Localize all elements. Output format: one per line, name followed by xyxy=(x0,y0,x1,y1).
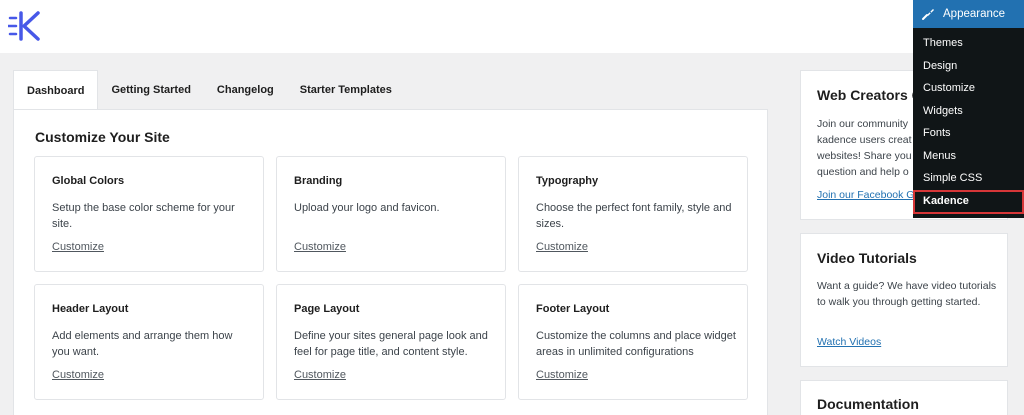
menu-item-simple-css[interactable]: Simple CSS xyxy=(923,172,982,184)
card-title: Branding xyxy=(294,175,343,187)
customize-link[interactable]: Customize xyxy=(52,241,104,253)
card-page-layout: Page Layout Define your sites general pa… xyxy=(276,284,506,400)
appearance-label: Appearance xyxy=(943,8,1006,20)
tab-bar: Dashboard Getting Started Changelog Star… xyxy=(13,70,405,110)
menu-item-design[interactable]: Design xyxy=(923,60,957,72)
card-title: Header Layout xyxy=(52,303,129,315)
kadence-highlight-box xyxy=(913,190,1024,214)
documentation-title: Documentation xyxy=(817,396,919,412)
menu-item-themes[interactable]: Themes xyxy=(923,37,963,49)
watch-videos-link[interactable]: Watch Videos xyxy=(817,336,881,348)
kadence-logo-icon[interactable] xyxy=(8,10,44,42)
customize-panel: Customize Your Site Global Colors Setup … xyxy=(13,109,768,415)
card-title: Global Colors xyxy=(52,175,125,187)
tab-starter-templates[interactable]: Starter Templates xyxy=(287,70,405,110)
customize-link[interactable]: Customize xyxy=(52,369,104,381)
customize-link[interactable]: Customize xyxy=(294,369,346,381)
card-typography: Typography Choose the perfect font famil… xyxy=(518,156,748,272)
card-description: Setup the base color scheme for your sit… xyxy=(52,202,235,230)
paintbrush-icon xyxy=(922,9,934,20)
panel-title: Customize Your Site xyxy=(35,129,170,145)
appearance-menu-header[interactable]: Appearance xyxy=(913,0,1024,28)
community-description: Join our community kadence users creat w… xyxy=(817,118,912,178)
card-description: Upload your logo and favicon. xyxy=(294,202,440,214)
menu-item-fonts[interactable]: Fonts xyxy=(923,127,951,139)
video-tutorials-description: Want a guide? We have video tutorials to… xyxy=(817,280,997,308)
customize-link[interactable]: Customize xyxy=(536,369,588,381)
card-title: Page Layout xyxy=(294,303,360,315)
top-bar xyxy=(0,0,1024,53)
community-title: Web Creators C xyxy=(817,87,922,103)
menu-item-widgets[interactable]: Widgets xyxy=(923,105,963,117)
card-title: Footer Layout xyxy=(536,303,610,315)
customize-link[interactable]: Customize xyxy=(294,241,346,253)
menu-item-customize[interactable]: Customize xyxy=(923,82,975,94)
card-title: Typography xyxy=(536,175,599,187)
card-description: Define your sites general page look and … xyxy=(294,330,488,358)
card-description: Customize the columns and place widget a… xyxy=(536,330,736,358)
card-footer-layout: Footer Layout Customize the columns and … xyxy=(518,284,748,400)
card-header-layout: Header Layout Add elements and arrange t… xyxy=(34,284,264,400)
tab-changelog[interactable]: Changelog xyxy=(204,70,287,110)
facebook-group-link[interactable]: Join our Facebook G xyxy=(817,189,914,201)
customize-link[interactable]: Customize xyxy=(536,241,588,253)
card-description: Choose the perfect font family, style an… xyxy=(536,202,732,230)
tab-getting-started[interactable]: Getting Started xyxy=(98,70,203,110)
tab-dashboard[interactable]: Dashboard xyxy=(13,70,99,110)
video-tutorials-title: Video Tutorials xyxy=(817,250,917,266)
menu-item-menus[interactable]: Menus xyxy=(923,150,956,162)
card-description: Add elements and arrange them how you wa… xyxy=(52,330,233,358)
card-global-colors: Global Colors Setup the base color schem… xyxy=(34,156,264,272)
video-tutorials-card: Video Tutorials Want a guide? We have vi… xyxy=(800,233,1008,367)
documentation-card: Documentation xyxy=(800,380,1008,415)
card-branding: Branding Upload your logo and favicon. C… xyxy=(276,156,506,272)
